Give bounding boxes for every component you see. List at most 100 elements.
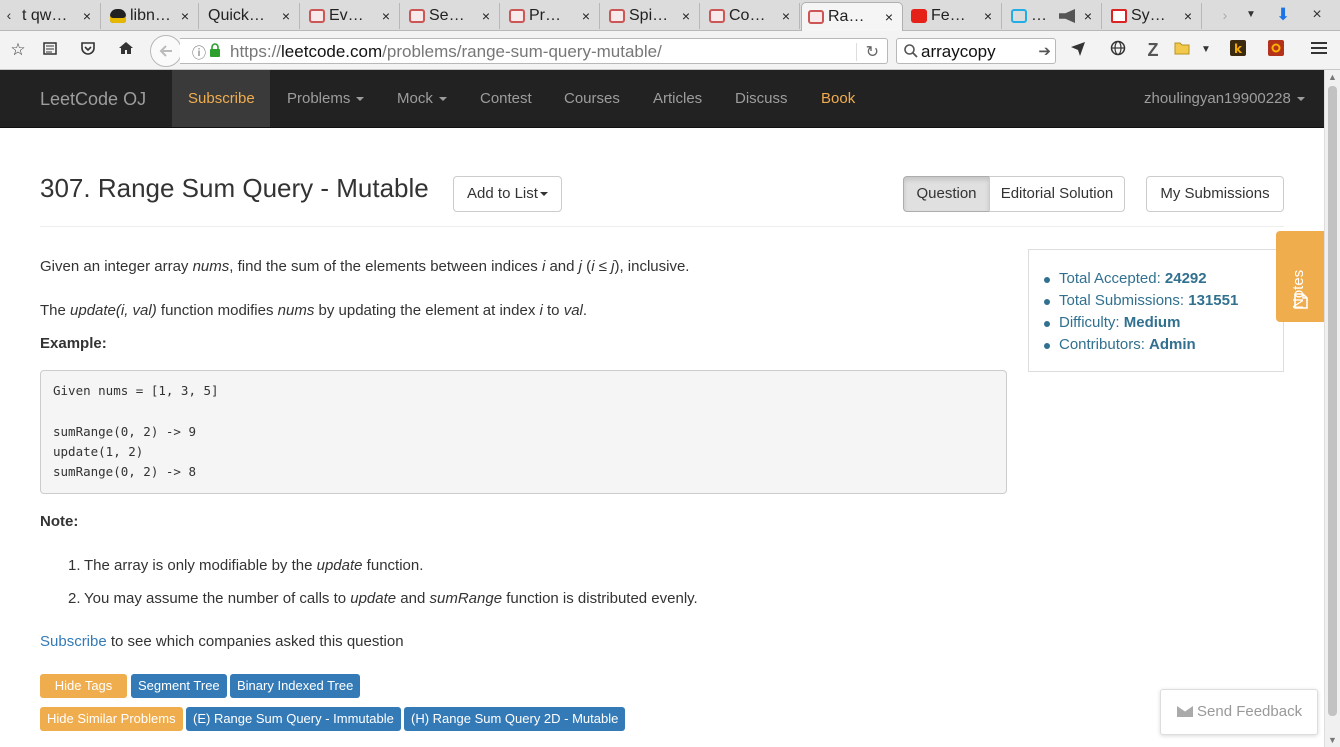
- nav-problems[interactable]: Problems: [271, 70, 380, 127]
- nav-mock-label: Mock: [397, 90, 433, 107]
- hide-similar-problems-button[interactable]: Hide Similar Problems: [40, 707, 183, 731]
- url-bar[interactable]: ⓘ https://leetcode.com/problems/range-su…: [180, 38, 888, 64]
- tab-close-icon[interactable]: ×: [1181, 8, 1195, 24]
- browser-tab[interactable]: t qw… ×: [16, 3, 101, 29]
- note-number: 1.: [68, 557, 81, 574]
- scroll-down-icon[interactable]: ▼: [1328, 735, 1337, 745]
- browser-tab[interactable]: Quick… ×: [202, 3, 300, 29]
- extension-gear-icon[interactable]: [1266, 40, 1286, 60]
- contributor-link[interactable]: Admin: [1149, 336, 1196, 353]
- nav-articles[interactable]: Articles: [637, 70, 718, 127]
- bookmark-star-icon[interactable]: ☆: [8, 40, 28, 60]
- hide-tags-button[interactable]: Hide Tags: [40, 674, 127, 698]
- tab-question[interactable]: Question: [903, 176, 990, 212]
- tab-title: Spi…: [629, 7, 669, 24]
- home-icon[interactable]: [116, 40, 136, 60]
- back-button[interactable]: [150, 35, 182, 67]
- bilibili-icon: [1011, 9, 1027, 23]
- extension-k-icon[interactable]: k: [1228, 40, 1248, 60]
- nav-contest[interactable]: Contest: [464, 70, 548, 127]
- hamburger-menu-icon[interactable]: [1309, 40, 1329, 60]
- folder-icon[interactable]: [1172, 40, 1192, 60]
- notes-label: Notes: [1290, 269, 1307, 309]
- lock-icon[interactable]: [209, 43, 221, 57]
- speaker-icon[interactable]: [1059, 9, 1075, 23]
- stat-value: 131551: [1188, 292, 1239, 309]
- tag-segment-tree[interactable]: Segment Tree: [131, 674, 227, 698]
- tab-close-icon[interactable]: ×: [579, 8, 593, 24]
- my-submissions-button[interactable]: My Submissions: [1146, 176, 1284, 212]
- brand-logo[interactable]: LeetCode OJ: [40, 89, 146, 110]
- browser-tab[interactable]: Co… ×: [703, 3, 800, 29]
- page-scrollbar[interactable]: ▲ ▼: [1324, 70, 1340, 747]
- tag-binary-indexed-tree[interactable]: Binary Indexed Tree: [230, 674, 361, 698]
- reload-icon[interactable]: ↻: [866, 42, 879, 62]
- tab-editorial-solution[interactable]: Editorial Solution: [989, 176, 1125, 212]
- nav-book[interactable]: Book: [805, 70, 871, 127]
- tab-list-chevron-down-icon[interactable]: ▼: [1244, 6, 1258, 24]
- send-feedback-button[interactable]: Send Feedback: [1160, 689, 1318, 735]
- tab-close-icon[interactable]: ×: [178, 8, 192, 24]
- window-close-icon[interactable]: ×: [1310, 6, 1324, 24]
- search-go-arrow-icon[interactable]: ➔: [1038, 42, 1051, 60]
- download-icon[interactable]: ⬇: [1276, 6, 1290, 24]
- stat-value: 24292: [1164, 270, 1207, 287]
- tab-close-icon[interactable]: ×: [279, 8, 293, 24]
- nav-user-menu[interactable]: zhoulingyan19900228: [1128, 70, 1321, 127]
- scrollbar-thumb[interactable]: [1328, 86, 1337, 716]
- browser-tab-active[interactable]: Ra… ×: [801, 2, 903, 31]
- browser-tab[interactable]: Se… ×: [403, 3, 500, 29]
- tab-scroll-right-icon[interactable]: ›: [1218, 6, 1232, 24]
- tab-close-icon[interactable]: ×: [80, 8, 94, 24]
- browser-tab[interactable]: Spi… ×: [603, 3, 700, 29]
- tab-close-icon[interactable]: ×: [779, 8, 793, 24]
- tab-close-icon[interactable]: ×: [981, 8, 995, 24]
- send-tab-icon[interactable]: [1068, 40, 1088, 60]
- info-icon[interactable]: ⓘ: [192, 43, 206, 63]
- tab-scroll-left-icon[interactable]: ‹: [2, 6, 16, 24]
- stat-label: Total Accepted:: [1059, 270, 1165, 287]
- tab-close-icon[interactable]: ×: [1081, 8, 1095, 24]
- tab-close-icon[interactable]: ×: [379, 8, 393, 24]
- tab-close-icon[interactable]: ×: [479, 8, 493, 24]
- similar-problem-link[interactable]: (H) Range Sum Query 2D - Mutable: [404, 707, 626, 731]
- tab-title: Quick…: [208, 7, 265, 24]
- folder-dropdown-chevron-down-icon[interactable]: ▼: [1196, 40, 1216, 60]
- back-arrow-icon: [159, 45, 172, 57]
- browser-tab[interactable]: … ×: [1005, 3, 1102, 29]
- search-input[interactable]: arraycopy ➔: [896, 38, 1056, 64]
- zotero-icon[interactable]: Z: [1143, 40, 1163, 60]
- caret-down-icon: [1296, 97, 1305, 102]
- globe-extension-icon[interactable]: [1108, 40, 1128, 60]
- leetcode-favicon-icon: [609, 9, 625, 23]
- tab-close-icon[interactable]: ×: [679, 8, 693, 24]
- subscribe-link[interactable]: Subscribe: [40, 633, 107, 650]
- text: function.: [362, 557, 424, 574]
- leetcode-favicon-icon: [808, 10, 824, 24]
- browser-tab[interactable]: Ev… ×: [303, 3, 400, 29]
- tab-title: Se…: [429, 7, 465, 24]
- add-to-list-button[interactable]: Add to List: [453, 176, 562, 212]
- browser-tab[interactable]: Pr… ×: [503, 3, 600, 29]
- pocket-icon[interactable]: [78, 40, 98, 60]
- nav-discuss[interactable]: Discuss: [719, 70, 804, 127]
- similar-problem-link[interactable]: (E) Range Sum Query - Immutable: [186, 707, 401, 731]
- nav-subscribe[interactable]: Subscribe: [172, 70, 270, 127]
- notes-side-tab[interactable]: Notes: [1276, 231, 1324, 322]
- text: The array is only modifiable by the: [84, 557, 317, 574]
- reader-view-icon[interactable]: [40, 40, 60, 60]
- text: .: [582, 302, 588, 319]
- nav-mock[interactable]: Mock: [381, 70, 463, 127]
- tab-close-icon[interactable]: ×: [882, 9, 896, 25]
- nav-problems-label: Problems: [287, 90, 351, 107]
- note-item-2: You may assume the number of calls to up…: [84, 590, 698, 607]
- browser-tab[interactable]: Fe… ×: [905, 3, 1002, 29]
- nav-courses[interactable]: Courses: [548, 70, 636, 127]
- scroll-up-icon[interactable]: ▲: [1328, 72, 1337, 82]
- text: ≤: [594, 258, 612, 275]
- svg-text:k: k: [1234, 42, 1243, 56]
- browser-tab[interactable]: Sy… ×: [1105, 3, 1202, 29]
- tab-title: libn…: [130, 7, 171, 24]
- user-name: zhoulingyan19900228: [1144, 90, 1291, 107]
- browser-tab[interactable]: libn… ×: [104, 3, 199, 29]
